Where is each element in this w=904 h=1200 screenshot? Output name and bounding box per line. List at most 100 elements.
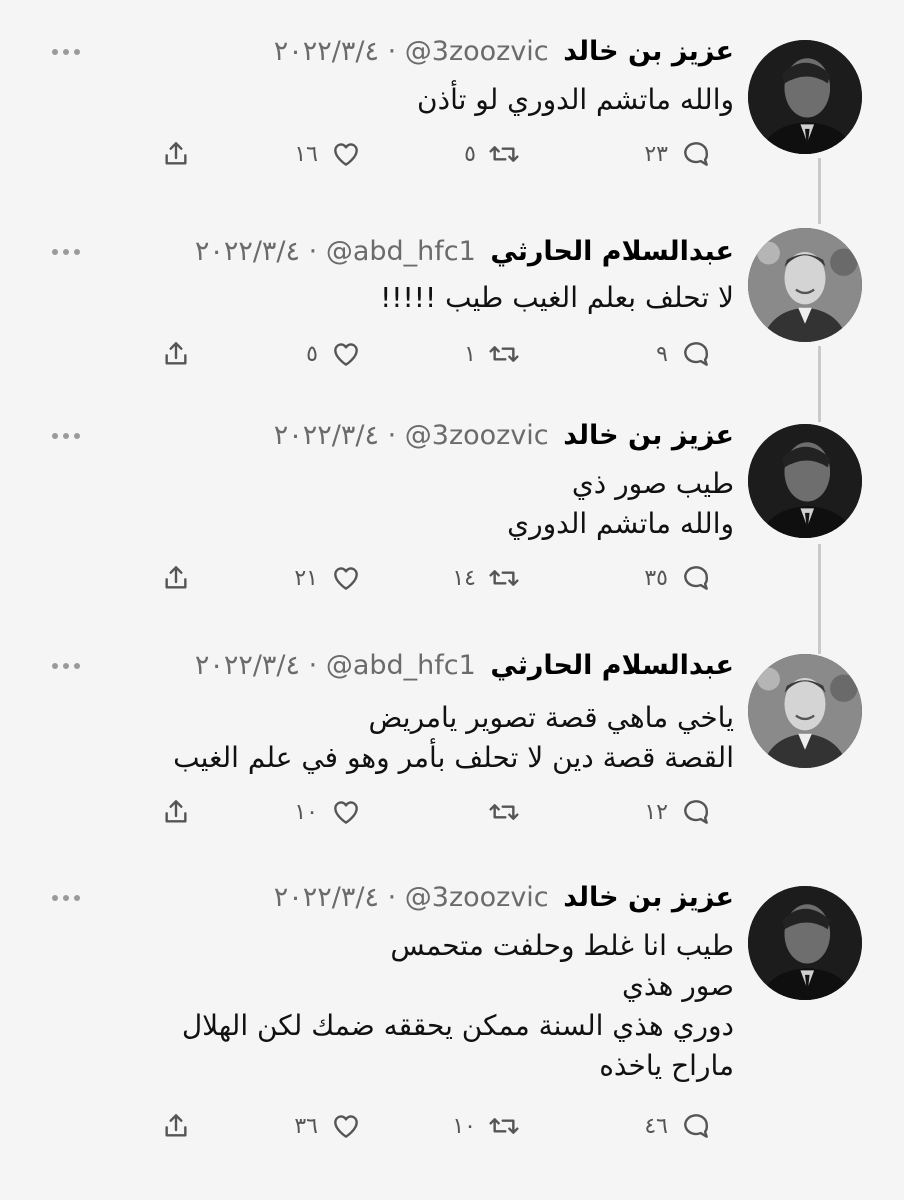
retweet-button[interactable]: ١ <box>448 332 520 376</box>
tweet-text-line: ياخي ماهي قصة تصوير يامريض <box>368 701 734 734</box>
tweet-date[interactable]: ٢٠٢٢/٣/٤ <box>195 236 300 267</box>
tweet-text-line: والله ماتشم الدوري <box>507 507 734 540</box>
thread-connector <box>818 212 821 224</box>
tweet-date[interactable]: ٢٠٢٢/٣/٤ <box>274 420 379 451</box>
author-name[interactable]: عبدالسلام الحارثي <box>490 236 734 267</box>
author-handle[interactable]: @3zoozvic <box>405 420 549 451</box>
share-button[interactable] <box>160 132 192 176</box>
tweet-actions: ٢٣ ٥ ١٦ <box>0 132 904 176</box>
share-icon <box>165 342 187 365</box>
retweet-icon <box>489 570 519 586</box>
author-name[interactable]: عزيز بن خالد <box>563 420 734 451</box>
reply-count: ٤٦ <box>644 1113 668 1139</box>
tweet-header: عزيز بن خالد @3zoozvic · ٢٠٢٢/٣/٤ <box>134 416 734 456</box>
retweet-count: ٥ <box>464 141 476 167</box>
reply-icon <box>684 142 709 166</box>
more-icon[interactable] <box>52 662 80 670</box>
tweet-thread: عزيز بن خالد @3zoozvic · ٢٠٢٢/٣/٤ والله … <box>0 0 904 1200</box>
retweet-button[interactable]: ٥ <box>448 132 520 176</box>
tweet-actions: ٤٦ ١٠ ٣٦ <box>0 1104 904 1148</box>
more-icon[interactable] <box>52 248 80 256</box>
reply-button[interactable]: ٩ <box>640 332 712 376</box>
author-handle[interactable]: @3zoozvic <box>405 36 549 67</box>
share-button[interactable] <box>160 556 192 600</box>
more-icon[interactable] <box>52 894 80 902</box>
share-icon <box>165 800 187 823</box>
like-icon <box>334 567 358 590</box>
tweet[interactable]: عزيز بن خالد @3zoozvic · ٢٠٢٢/٣/٤ طيب ان… <box>0 870 904 1200</box>
share-icon <box>165 566 187 589</box>
share-button[interactable] <box>160 790 192 834</box>
tweet-text: ياخي ماهي قصة تصوير يامريض القصة قصة دين… <box>44 698 734 778</box>
tweet-header: عبدالسلام الحارثي @abd_hfc1 · ٢٠٢٢/٣/٤ <box>134 646 734 686</box>
tweet-text-line: طيب انا غلط وحلفت متحمس <box>390 929 734 962</box>
tweet-date[interactable]: ٢٠٢٢/٣/٤ <box>195 650 300 681</box>
author-handle[interactable]: @abd_hfc1 <box>326 236 476 267</box>
retweet-icon <box>489 346 519 362</box>
author-handle[interactable]: @3zoozvic <box>405 882 549 913</box>
avatar[interactable] <box>748 886 862 1000</box>
tweet-meta: @3zoozvic · ٢٠٢٢/٣/٤ <box>274 882 549 913</box>
share-button[interactable] <box>160 1104 192 1148</box>
meta-separator: · <box>308 236 318 267</box>
reply-button[interactable]: ١٢ <box>640 790 712 834</box>
retweet-button[interactable]: ١٠ <box>448 1104 520 1148</box>
author-name[interactable]: عزيز بن خالد <box>563 36 734 67</box>
like-count: ٣٦ <box>294 1113 318 1139</box>
author-name[interactable]: عزيز بن خالد <box>563 882 734 913</box>
more-icon[interactable] <box>52 48 80 56</box>
like-button[interactable]: ٢١ <box>290 556 362 600</box>
tweet-text-line: القصة قصة دين لا تحلف بأمر وهو في علم ال… <box>173 741 734 774</box>
tweet-text: والله ماتشم الدوري لو تأذن <box>44 80 734 120</box>
thread-connector <box>818 410 821 422</box>
retweet-count: ١ <box>464 341 476 367</box>
reply-count: ٢٣ <box>644 141 668 167</box>
retweet-icon <box>489 804 519 820</box>
tweet-meta: @abd_hfc1 · ٢٠٢٢/٣/٤ <box>195 650 476 681</box>
like-count: ١٠ <box>294 799 318 825</box>
like-icon <box>334 1115 358 1138</box>
avatar-smiling-man-suit-image <box>748 654 862 768</box>
meta-separator: · <box>308 650 318 681</box>
like-count: ١٦ <box>294 141 318 167</box>
meta-separator: · <box>387 420 397 451</box>
reply-button[interactable]: ٣٥ <box>640 556 712 600</box>
reply-icon <box>684 800 709 824</box>
tweet-text: طيب انا غلط وحلفت متحمس صور هذي دوري هذي… <box>44 926 734 1086</box>
avatar[interactable] <box>748 228 862 342</box>
tweet-header: عزيز بن خالد @3zoozvic · ٢٠٢٢/٣/٤ <box>134 32 734 72</box>
tweet[interactable]: عزيز بن خالد @3zoozvic · ٢٠٢٢/٣/٤ طيب صو… <box>0 410 904 642</box>
reply-button[interactable]: ٢٣ <box>640 132 712 176</box>
like-button[interactable]: ٣٦ <box>290 1104 362 1148</box>
like-icon <box>334 143 358 166</box>
retweet-icon <box>489 1118 519 1134</box>
share-button[interactable] <box>160 332 192 376</box>
retweet-button[interactable]: ١٤ <box>448 556 520 600</box>
author-name[interactable]: عبدالسلام الحارثي <box>490 650 734 681</box>
like-icon <box>334 801 358 824</box>
meta-separator: · <box>387 36 397 67</box>
tweet-date[interactable]: ٢٠٢٢/٣/٤ <box>274 36 379 67</box>
share-icon <box>165 142 187 165</box>
tweet-actions: ٣٥ ١٤ ٢١ <box>0 556 904 600</box>
thread-connector <box>818 642 821 654</box>
like-button[interactable]: ١٠ <box>290 790 362 834</box>
reply-button[interactable]: ٤٦ <box>640 1104 712 1148</box>
tweet-actions: ٩ ١ ٥ <box>0 332 904 376</box>
avatar[interactable] <box>748 424 862 538</box>
tweet-meta: @abd_hfc1 · ٢٠٢٢/٣/٤ <box>195 236 476 267</box>
tweet[interactable]: عبدالسلام الحارثي @abd_hfc1 · ٢٠٢٢/٣/٤ ي… <box>0 642 904 870</box>
author-handle[interactable]: @abd_hfc1 <box>326 650 476 681</box>
more-icon[interactable] <box>52 432 80 440</box>
tweet[interactable]: عزيز بن خالد @3zoozvic · ٢٠٢٢/٣/٤ والله … <box>0 0 904 212</box>
avatar-smiling-man-suit-image <box>748 228 862 342</box>
tweet-text: لا تحلف بعلم الغيب طيب !!!!! <box>44 278 734 318</box>
tweet-date[interactable]: ٢٠٢٢/٣/٤ <box>274 882 379 913</box>
like-button[interactable]: ٥ <box>290 332 362 376</box>
tweet[interactable]: عبدالسلام الحارثي @abd_hfc1 · ٢٠٢٢/٣/٤ ل… <box>0 212 904 410</box>
retweet-button[interactable] <box>448 790 520 834</box>
like-button[interactable]: ١٦ <box>290 132 362 176</box>
reply-icon <box>684 566 709 590</box>
tweet-text-line: لا تحلف بعلم الغيب طيب !!!!! <box>380 281 734 314</box>
avatar[interactable] <box>748 654 862 768</box>
